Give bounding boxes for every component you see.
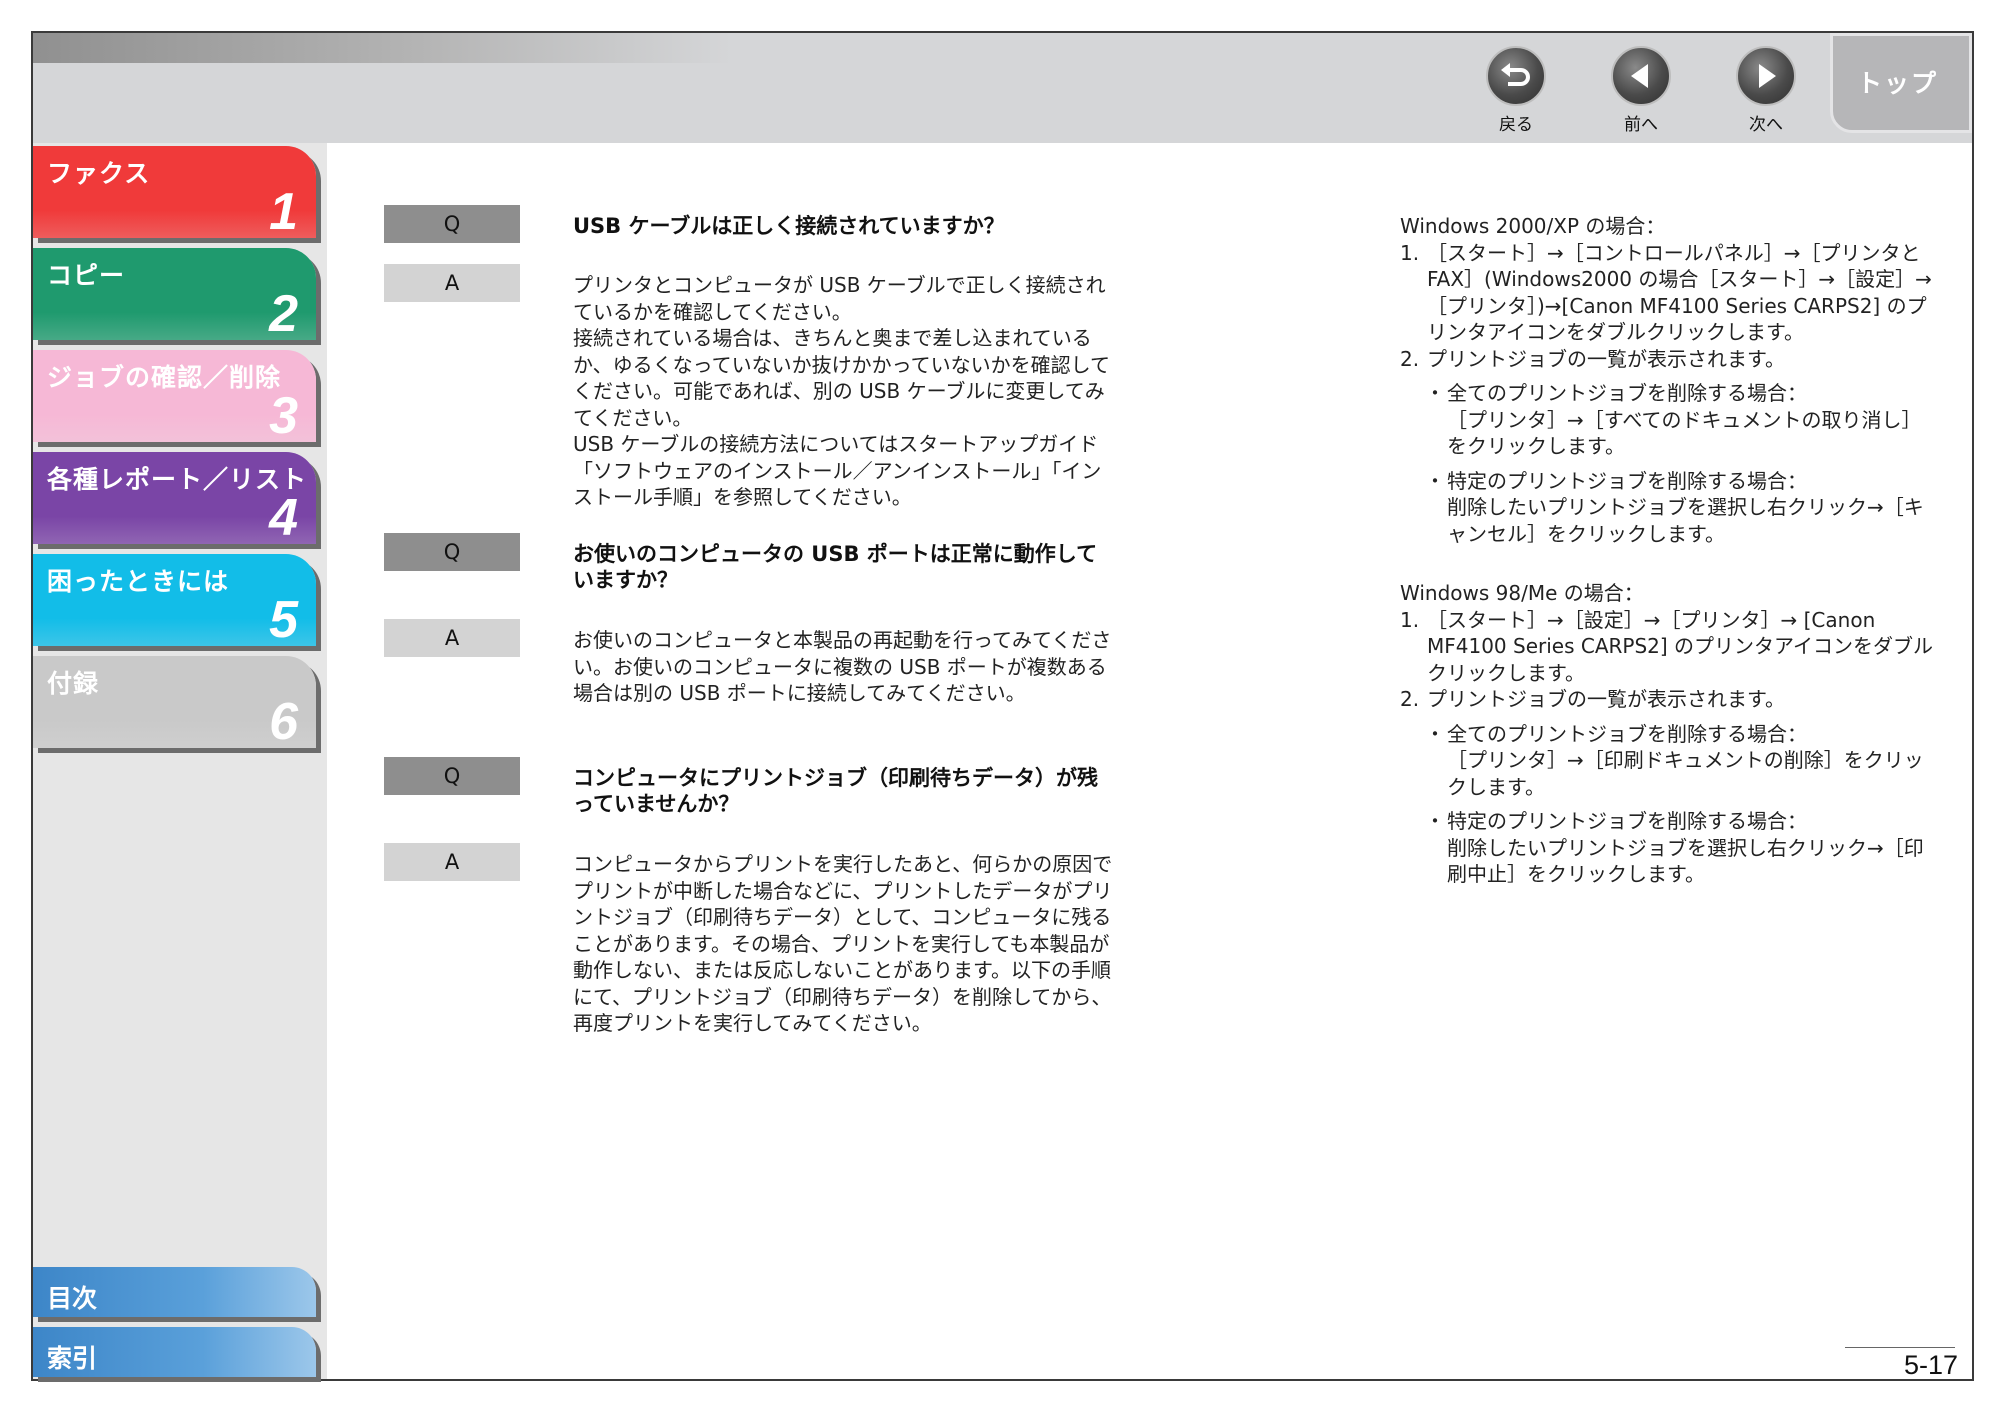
bullet-text: 特定のプリントジョブを削除する場合： 削除したいプリントジョブを選択し右クリック… — [1447, 468, 1924, 546]
bullet-mark: ・ — [1425, 381, 1445, 405]
section-heading: Windows 98/Me の場合： — [1400, 581, 1644, 605]
chapter-title: ジョブの確認／削除 — [47, 363, 282, 392]
chapter-number: 2 — [269, 285, 298, 340]
index-button[interactable]: 索引 — [33, 1327, 316, 1377]
index-label: 索引 — [47, 1344, 98, 1373]
chapter-tab-5[interactable]: 困ったときには 5 — [33, 554, 316, 646]
step-text: ［スタート］→［設定］→［プリンタ］→ [Canon MF4100 Series… — [1427, 607, 1934, 685]
windows-2000-section: Windows 2000/XP の場合： 1. ［スタート］→［コントロールパネ… — [1400, 213, 1940, 547]
chapter-title: コピー — [47, 261, 126, 290]
question-text: コンピュータにプリントジョブ（印刷待ちデータ）が残っていませんか？ — [573, 766, 1098, 816]
question-text: USB ケーブルは正しく接続されていますか？ — [573, 214, 1005, 238]
chapter-number: 6 — [269, 693, 298, 748]
top-button[interactable]: トップ — [1830, 33, 1972, 133]
answer-text: プリンタとコンピュータが USB ケーブルで正しく接続されているかを確認してくだ… — [573, 273, 1110, 509]
a-label: A — [384, 264, 520, 302]
chapter-tab-2[interactable]: コピー 2 — [33, 248, 316, 340]
chapter-title: 困ったときには — [47, 567, 230, 596]
chapter-title: 付録 — [47, 669, 100, 698]
prev-arrow-icon — [1611, 46, 1671, 106]
contents-button[interactable]: 目次 — [33, 1267, 316, 1317]
answer-text: コンピュータからプリントを実行したあと、何らかの原因でプリントが中断した場合など… — [573, 852, 1113, 1035]
q-label: Q — [384, 533, 520, 571]
a-label: A — [384, 619, 520, 657]
question-text: お使いのコンピュータの USB ポートは正常に動作していますか？ — [573, 542, 1098, 592]
chapter-tab-6[interactable]: 付録 6 — [33, 656, 316, 748]
page-number-rule — [1845, 1347, 1955, 1348]
step-number: 2. — [1400, 687, 1420, 711]
chapter-number: 3 — [269, 387, 298, 442]
next-label: 次へ — [1749, 115, 1783, 135]
chapter-tab-4[interactable]: 各種レポート／リスト 4 — [33, 452, 316, 544]
step-item: 2. プリントジョブの一覧が表示されます。 — [1400, 686, 1940, 713]
header-gradient — [33, 33, 733, 63]
step-item: 1. ［スタート］→［コントロールパネル］→［プリンタとFAX］(Windows… — [1400, 240, 1940, 346]
next-arrow-icon — [1736, 46, 1796, 106]
prev-label: 前へ — [1624, 115, 1658, 135]
windows-98-section: Windows 98/Me の場合： 1. ［スタート］→［設定］→［プリンタ］… — [1400, 580, 1940, 888]
step-item: 1. ［スタート］→［設定］→［プリンタ］→ [Canon MF4100 Ser… — [1400, 607, 1940, 687]
step-number: 1. — [1400, 607, 1420, 632]
back-arrow-icon — [1486, 46, 1546, 106]
section-heading: Windows 2000/XP の場合： — [1400, 214, 1666, 238]
bullet-text: 全てのプリントジョブを削除する場合： ［プリンタ］→［印刷ドキュメントの削除］を… — [1447, 721, 1924, 799]
bullet-text: 特定のプリントジョブを削除する場合： 削除したいプリントジョブを選択し右クリック… — [1447, 809, 1924, 886]
chapter-number: 1 — [269, 183, 298, 238]
bullet-item: ・ 特定のプリントジョブを削除する場合： 削除したいプリントジョブを選択し右クリ… — [1400, 468, 1940, 548]
back-button[interactable]: 戻る — [1476, 46, 1556, 135]
bullet-text: 全てのプリントジョブを削除する場合： ［プリンタ］→［すべてのドキュメントの取り… — [1447, 381, 1922, 458]
chapter-title: ファクス — [47, 159, 151, 188]
step-text: ［スタート］→［コントロールパネル］→［プリンタとFAX］(Windows200… — [1427, 240, 1932, 345]
chapter-number: 4 — [269, 489, 298, 544]
chapter-number: 5 — [269, 591, 298, 646]
a-label: A — [384, 843, 520, 881]
page-number: 5-17 — [1903, 1350, 1958, 1380]
prev-button[interactable]: 前へ — [1601, 46, 1681, 135]
step-text: プリントジョブの一覧が表示されます。 — [1427, 687, 1785, 711]
chapter-tab-3[interactable]: ジョブの確認／削除 3 — [33, 350, 316, 442]
bullet-item: ・ 特定のプリントジョブを削除する場合： 削除したいプリントジョブを選択し右クリ… — [1400, 808, 1940, 888]
bullet-item: ・ 全てのプリントジョブを削除する場合： ［プリンタ］→［すべてのドキュメントの… — [1400, 380, 1940, 460]
step-number: 1. — [1400, 240, 1420, 265]
top-label: トップ — [1857, 69, 1939, 98]
next-button[interactable]: 次へ — [1726, 46, 1806, 135]
bullet-mark: ・ — [1425, 809, 1445, 833]
bullet-mark: ・ — [1425, 721, 1445, 746]
q-label: Q — [384, 757, 520, 795]
chapter-tab-1[interactable]: ファクス 1 — [33, 146, 316, 238]
bullet-item: ・ 全てのプリントジョブを削除する場合： ［プリンタ］→［印刷ドキュメントの削除… — [1400, 721, 1940, 801]
step-item: 2. プリントジョブの一覧が表示されます。 — [1400, 346, 1940, 373]
chapter-title: 各種レポート／リスト — [47, 465, 308, 494]
step-text: プリントジョブの一覧が表示されます。 — [1427, 346, 1785, 371]
back-label: 戻る — [1499, 115, 1533, 135]
answer-text: お使いのコンピュータと本製品の再起動を行ってみてください。お使いのコンピュータに… — [573, 628, 1112, 705]
bullet-mark: ・ — [1425, 468, 1445, 493]
step-number: 2. — [1400, 346, 1420, 371]
q-label: Q — [384, 205, 520, 243]
contents-label: 目次 — [47, 1284, 98, 1313]
